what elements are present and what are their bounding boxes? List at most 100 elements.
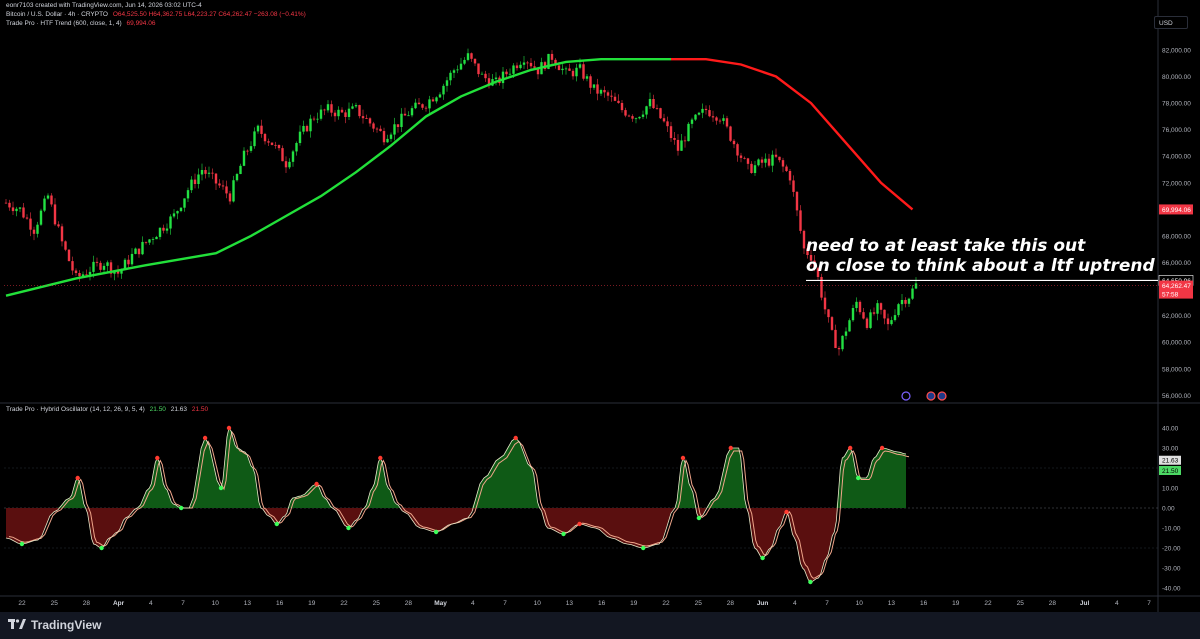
candle-body	[781, 160, 785, 167]
candle-body	[512, 65, 515, 74]
candle-body	[739, 155, 743, 158]
currency-selector[interactable]: USD	[1154, 16, 1188, 29]
candle-body	[316, 118, 319, 120]
time-tick-label: 7	[503, 600, 507, 607]
oscillator-buy-dot	[856, 475, 861, 481]
time-tick-label: 7	[181, 600, 185, 607]
time-tick-label: 13	[888, 600, 896, 607]
oscillator-sell-dot	[680, 455, 686, 461]
oscillator-sell-dot	[784, 509, 789, 515]
candle-body	[599, 89, 603, 94]
time-tick-label: Jul	[1080, 600, 1090, 607]
candle-body	[876, 303, 879, 314]
candle-body	[74, 270, 78, 274]
oscillator-tick-label: 40.00	[1162, 426, 1179, 433]
candle-body	[767, 158, 771, 166]
candle-body	[466, 53, 470, 60]
candle-body	[571, 70, 575, 77]
candle-body	[515, 65, 519, 69]
candle-body	[102, 265, 106, 270]
candle-body	[799, 210, 802, 231]
candle-body	[858, 301, 862, 313]
candle-body	[589, 76, 592, 88]
candle-body	[218, 183, 221, 186]
oscillator-tick-label: -40.00	[1162, 586, 1181, 593]
candle-body	[834, 329, 837, 349]
time-tick-label: 22	[18, 600, 26, 607]
candle-body	[141, 241, 144, 255]
candle-body	[704, 108, 708, 111]
candle-body	[687, 123, 690, 142]
candle-body	[417, 102, 421, 105]
time-tick-label: 19	[952, 600, 960, 607]
candle-body	[123, 259, 127, 270]
oscillator-value-1: 21.50	[149, 406, 166, 413]
symbol-title[interactable]: Bitcoin / U.S. Dollar · 4h · CRYPTO	[6, 11, 108, 18]
candle-body	[340, 109, 344, 113]
candle-body	[323, 109, 326, 111]
footer-bar: TradingView	[0, 612, 1200, 639]
oscillator-buy-dot	[696, 515, 702, 521]
chart-root: 56,000.0058,000.0060,000.0062,000.0064,0…	[0, 0, 1200, 639]
time-tick-label: May	[434, 600, 447, 607]
tradingview-logo[interactable]: TradingView	[8, 618, 101, 632]
price-tick-label: 82,000.00	[1162, 47, 1191, 54]
oscillator-sell-dot	[848, 445, 853, 451]
candle-body	[463, 59, 466, 64]
candle-body	[617, 100, 620, 103]
candle-body	[760, 159, 764, 163]
candle-body	[865, 318, 869, 328]
time-tick-label: 19	[630, 600, 638, 607]
time-tick-label: 10	[212, 600, 220, 607]
annotation-line-1: need to at least take this out	[806, 236, 1086, 256]
candle-body	[393, 124, 396, 135]
flag-icon	[926, 391, 936, 401]
candle-body	[557, 65, 561, 71]
candle-body	[452, 70, 456, 73]
candle-body	[550, 53, 554, 60]
event-icon	[901, 391, 911, 401]
candle-body	[841, 335, 844, 350]
candle-body	[715, 117, 718, 121]
candle-body	[305, 125, 309, 132]
oscillator-tick-label: 30.00	[1162, 446, 1179, 453]
candle-body	[505, 71, 508, 75]
candle-body	[137, 248, 141, 255]
candle-body	[592, 84, 596, 88]
trend-indicator-title[interactable]: Trade Pro · HTF Trend (600, close, 1, 4)	[6, 20, 122, 27]
candle-body	[25, 217, 29, 219]
candle-body	[676, 139, 680, 151]
candle-body	[127, 259, 130, 265]
candle-body	[162, 227, 165, 231]
candle-body	[722, 118, 725, 121]
candle-body	[43, 198, 46, 211]
candle-body	[561, 68, 564, 71]
candle-body	[792, 180, 795, 192]
oscillator-tick-label: -10.00	[1162, 526, 1181, 533]
chart-canvas[interactable]: 56,000.0058,000.0060,000.0062,000.0064,0…	[0, 0, 1200, 612]
oscillator-indicator-title[interactable]: Trade Pro · Hybrid Oscillator (14, 12, 2…	[6, 406, 145, 413]
oscillator-sell-dot	[378, 455, 383, 461]
candle-body	[95, 261, 99, 263]
candle-body	[242, 150, 246, 166]
candle-body	[795, 191, 799, 211]
candle-body	[484, 73, 487, 79]
candle-body	[368, 118, 372, 124]
candle-body	[302, 125, 305, 132]
candle-body	[641, 114, 645, 117]
candle-body	[253, 131, 256, 147]
candle-body	[606, 92, 610, 96]
price-tick-label: 66,000.00	[1162, 260, 1191, 267]
oscillator-buy-dot	[433, 529, 439, 535]
candle-body	[774, 154, 778, 157]
tradingview-logo-icon	[8, 618, 26, 632]
flag-icon	[937, 391, 947, 401]
oscillator-sell-dot	[577, 521, 582, 527]
candle-body	[431, 99, 435, 102]
oscillator-buy-dot	[274, 521, 279, 527]
candle-body	[648, 99, 652, 107]
price-tick-label: 72,000.00	[1162, 180, 1191, 187]
candle-body	[389, 134, 393, 139]
candle-body	[827, 309, 830, 318]
chart-annotation[interactable]: need to at least take this out on close …	[806, 236, 1155, 276]
